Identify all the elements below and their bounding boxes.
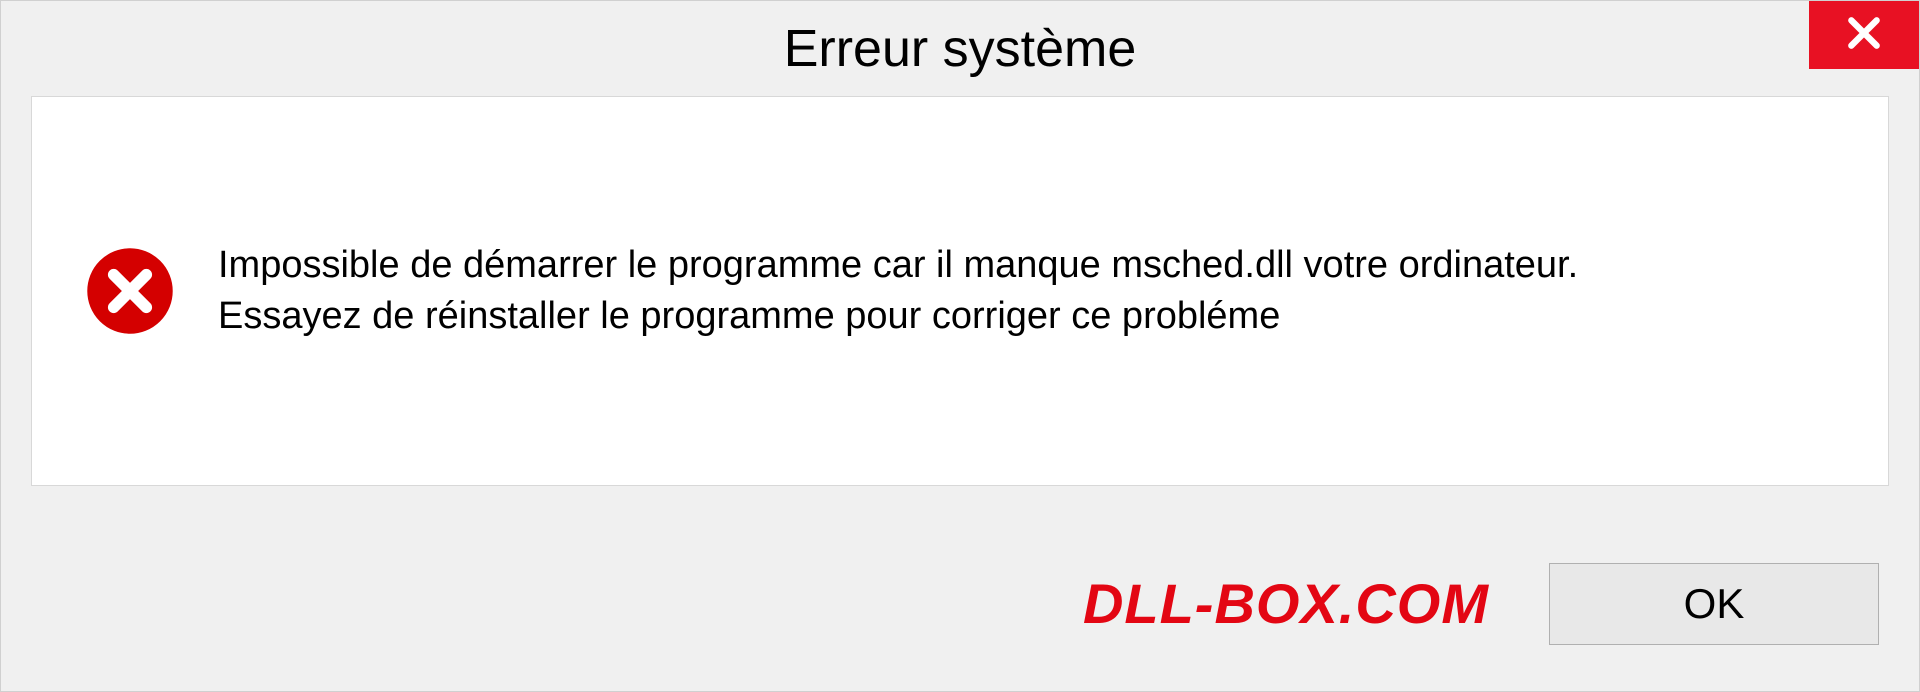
error-icon (82, 243, 178, 339)
close-icon (1845, 14, 1883, 57)
titlebar: Erreur système (1, 1, 1919, 96)
error-dialog: Erreur système Impossible de démarrer le… (0, 0, 1920, 692)
content-area: Impossible de démarrer le programme car … (31, 96, 1889, 486)
close-button[interactable] (1809, 1, 1919, 69)
watermark-text: DLL-BOX.COM (1083, 571, 1489, 636)
dialog-footer: DLL-BOX.COM OK (1, 516, 1919, 691)
dialog-title: Erreur système (784, 19, 1137, 79)
error-message: Impossible de démarrer le programme car … (218, 240, 1718, 343)
ok-button[interactable]: OK (1549, 563, 1879, 645)
